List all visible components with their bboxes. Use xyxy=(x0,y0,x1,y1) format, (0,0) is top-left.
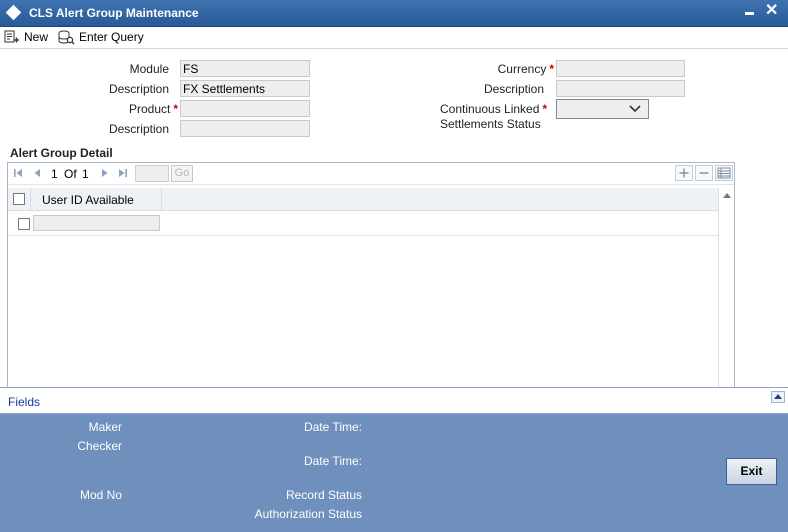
cls-status-required-mark: * xyxy=(542,102,548,116)
pager-of-label: Of xyxy=(64,167,77,181)
cls-status-label-line1: Continuous Linked xyxy=(440,102,540,116)
module-description-field[interactable]: FX Settlements xyxy=(180,80,310,97)
product-label: Product xyxy=(128,102,171,116)
grid-pager: 1 Of 1 Go xyxy=(8,163,734,185)
cls-status-label-wrap: Continuous Linked * xyxy=(440,102,547,116)
list-view-icon xyxy=(717,167,731,179)
alert-group-detail-title: Alert Group Detail xyxy=(10,146,113,160)
user-id-cell-input[interactable] xyxy=(33,215,160,231)
module-description-label: Description xyxy=(108,82,169,96)
first-page-icon[interactable] xyxy=(13,168,23,178)
product-field[interactable] xyxy=(180,100,310,117)
mod-no-label: Mod No xyxy=(79,488,122,502)
maker-label: Maker xyxy=(88,420,122,434)
currency-field[interactable] xyxy=(556,60,685,77)
minus-icon xyxy=(699,172,709,174)
authorization-status-label: Authorization Status xyxy=(254,507,362,521)
window-title: CLS Alert Group Maintenance xyxy=(29,6,199,20)
product-label-wrap: Product * xyxy=(129,102,178,116)
currency-label: Currency xyxy=(497,62,547,76)
pager-total-pages: 1 xyxy=(82,167,89,181)
window-title-bar: CLS Alert Group Maintenance ✕ xyxy=(0,0,788,27)
currency-label-wrap: Currency * xyxy=(498,62,554,76)
product-description-field[interactable] xyxy=(180,120,310,137)
single-view-button[interactable] xyxy=(715,165,733,181)
fields-link[interactable]: Fields xyxy=(8,395,40,409)
last-page-icon[interactable] xyxy=(118,168,128,178)
page-number-input[interactable] xyxy=(135,165,169,182)
column-divider xyxy=(161,188,162,211)
plus-icon xyxy=(679,168,689,178)
column-header-user-id: User ID Available xyxy=(42,193,134,207)
enter-query-label: Enter Query xyxy=(79,30,144,44)
form-area: Module FS Description FX Settlements Pro… xyxy=(0,50,788,413)
currency-required-mark: * xyxy=(549,62,554,76)
currency-description-label: Description xyxy=(483,82,544,96)
module-field[interactable]: FS xyxy=(180,60,310,77)
product-required-mark: * xyxy=(173,102,178,116)
record-status-label: Record Status xyxy=(285,488,362,502)
close-button[interactable]: ✕ xyxy=(765,3,778,19)
maker-date-time-label: Date Time: xyxy=(303,420,362,434)
select-all-checkbox[interactable] xyxy=(13,193,25,205)
cls-status-select[interactable] xyxy=(556,99,649,119)
new-button-label: New xyxy=(24,30,49,44)
query-icon xyxy=(58,30,75,44)
row-checkbox[interactable] xyxy=(18,218,30,230)
audit-footer: Maker Checker Mod No Date Time: Date Tim… xyxy=(0,414,788,532)
currency-description-field[interactable] xyxy=(556,80,685,97)
chevron-down-icon xyxy=(629,105,641,113)
new-button[interactable]: New xyxy=(4,28,48,46)
go-button[interactable]: Go xyxy=(171,165,193,182)
fields-bar: Fields xyxy=(0,387,788,414)
product-description-label: Description xyxy=(108,122,169,136)
pager-current-page: 1 xyxy=(51,167,58,181)
new-record-icon xyxy=(4,30,19,43)
grid-header-row: User ID Available xyxy=(8,188,718,211)
delete-row-button[interactable] xyxy=(695,165,713,181)
exit-button[interactable]: Exit xyxy=(726,458,777,485)
cls-status-label-line2: Settlements Status xyxy=(440,117,541,131)
module-label: Module xyxy=(129,62,169,76)
alert-group-grid: 1 Of 1 Go User ID Available xyxy=(7,162,735,413)
app-diamond-icon xyxy=(5,4,22,21)
checker-date-time-label: Date Time: xyxy=(303,454,362,468)
checker-label: Checker xyxy=(77,439,122,453)
table-row xyxy=(8,212,718,236)
grid-vertical-scrollbar[interactable] xyxy=(718,188,734,412)
previous-page-icon[interactable] xyxy=(33,168,41,178)
column-divider xyxy=(30,188,31,211)
collapse-up-icon[interactable] xyxy=(771,391,785,403)
next-page-icon[interactable] xyxy=(101,168,109,178)
scroll-up-icon[interactable] xyxy=(723,193,731,198)
add-row-button[interactable] xyxy=(675,165,693,181)
enter-query-button[interactable]: Enter Query xyxy=(58,28,144,46)
minimize-button[interactable] xyxy=(745,12,754,15)
toolbar: New Enter Query xyxy=(0,27,788,49)
